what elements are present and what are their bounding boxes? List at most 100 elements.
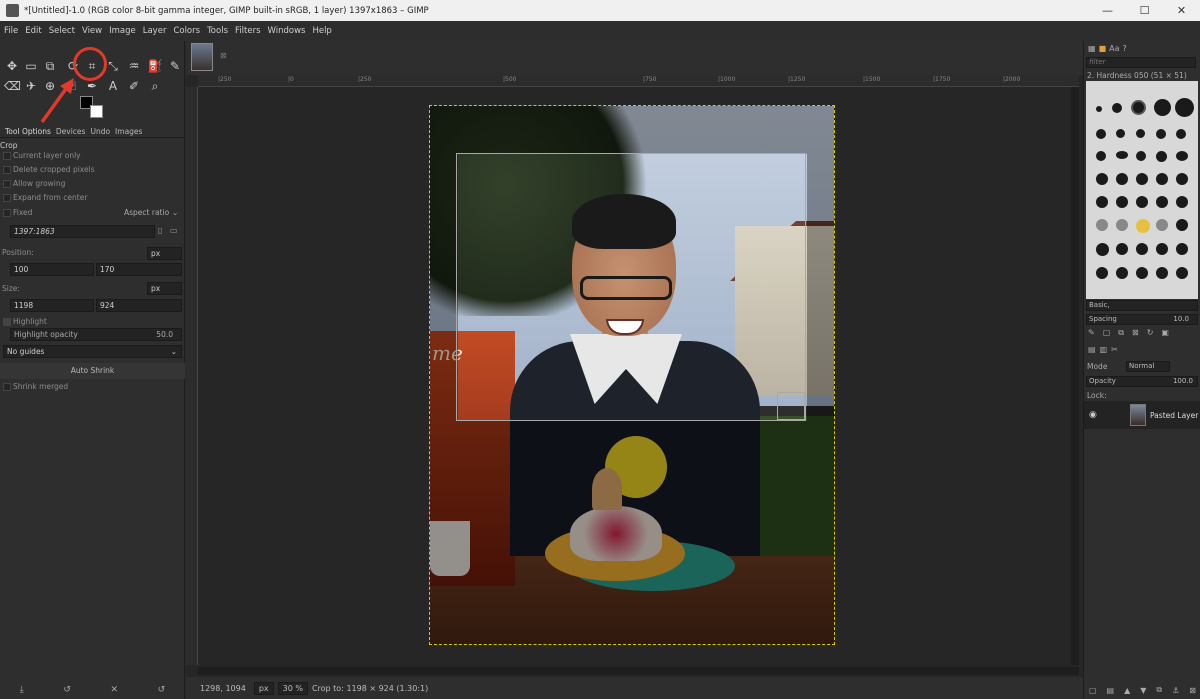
open-as-image-icon[interactable]: ▣ — [1161, 328, 1169, 338]
horizontal-scrollbar[interactable] — [198, 667, 1079, 675]
tab-undo[interactable]: Undo — [90, 127, 110, 136]
menu-layer[interactable]: Layer — [143, 26, 167, 36]
tab-tool-options[interactable]: Tool Options — [5, 127, 51, 136]
size-height-field[interactable]: 924 — [96, 299, 182, 312]
delete-brush-icon[interactable]: ⊠ — [1132, 328, 1139, 338]
align-tool-icon[interactable]: ⧉ — [42, 58, 58, 74]
highlight-opacity-slider[interactable]: Highlight opacity 50.0 — [10, 328, 182, 341]
anchor-layer-icon[interactable]: ⚓ — [1172, 686, 1179, 695]
brush-preset[interactable] — [1156, 129, 1166, 139]
landscape-icon[interactable]: ▭ — [170, 226, 178, 235]
zoom-select[interactable]: 30 % — [277, 681, 308, 695]
brush-preset[interactable] — [1096, 196, 1108, 208]
aspect-ratio-dropdown[interactable]: Aspect ratio — [124, 208, 169, 217]
channels-tab-icon[interactable]: ▥ — [1100, 345, 1108, 354]
brush-preset[interactable] — [1176, 267, 1188, 279]
brush-preset[interactable] — [1156, 243, 1168, 255]
brush-preset[interactable] — [1176, 173, 1188, 185]
layer-opacity-slider[interactable]: Opacity 100.0 — [1086, 376, 1198, 387]
brush-preset[interactable] — [1116, 151, 1128, 159]
new-group-icon[interactable]: ▤ — [1107, 686, 1115, 695]
guides-dropdown[interactable]: No guides ⌄ — [3, 345, 182, 358]
menu-filters[interactable]: Filters — [235, 26, 260, 36]
restore-options-icon[interactable]: ↺ — [63, 685, 71, 695]
duplicate-brush-icon[interactable]: ⧉ — [1118, 328, 1124, 338]
brush-preset-selected[interactable] — [1131, 100, 1146, 115]
fg-bg-color-swatch[interactable] — [80, 96, 106, 120]
zoom-tool-icon[interactable]: ⌕ — [147, 78, 163, 94]
brush-preset[interactable] — [1096, 267, 1108, 279]
menu-edit[interactable]: Edit — [25, 26, 41, 36]
brush-preset[interactable] — [1136, 129, 1145, 138]
brush-preset[interactable] — [1096, 243, 1109, 256]
highlight-checkbox[interactable] — [3, 318, 11, 326]
warp-tool-icon[interactable]: ♒ — [126, 58, 142, 74]
brush-preset[interactable] — [1116, 196, 1128, 208]
brush-preset[interactable] — [1156, 151, 1167, 162]
brush-preset[interactable] — [1116, 173, 1128, 185]
position-x-field[interactable]: 100 — [10, 263, 94, 276]
mode-dropdown[interactable]: Normal — [1126, 361, 1170, 372]
airbrush-tool-icon[interactable]: ✈ — [23, 78, 39, 94]
new-brush-icon[interactable]: ▢ — [1103, 328, 1111, 338]
tab-images[interactable]: Images — [115, 127, 142, 136]
brush-preset[interactable] — [1176, 129, 1186, 139]
save-options-icon[interactable]: ⤓ — [20, 685, 24, 695]
brush-preset[interactable] — [1116, 219, 1128, 231]
brush-preset[interactable] — [1176, 243, 1188, 255]
raise-layer-icon[interactable]: ▲ — [1124, 686, 1130, 695]
edit-brush-icon[interactable]: ✎ — [1088, 328, 1095, 338]
brush-spacing-slider[interactable]: Spacing 10.0 — [1086, 314, 1198, 325]
portrait-icon[interactable]: ▯ — [158, 226, 162, 235]
brush-preset[interactable] — [1096, 173, 1108, 185]
close-button[interactable]: ✕ — [1163, 4, 1200, 17]
minimize-button[interactable]: — — [1089, 4, 1126, 17]
brush-preset[interactable] — [1136, 267, 1148, 279]
tab-devices[interactable]: Devices — [56, 127, 86, 136]
delete-layer-icon[interactable]: ⊠ — [1189, 686, 1196, 695]
brush-preset[interactable] — [1176, 151, 1188, 161]
current-layer-only-checkbox[interactable] — [3, 152, 11, 160]
vertical-scrollbar[interactable] — [1071, 87, 1079, 665]
brush-preset[interactable] — [1096, 106, 1102, 112]
close-tab-icon[interactable]: ⊠ — [220, 51, 227, 60]
layers-tab-icon[interactable]: ▤ — [1088, 345, 1096, 354]
chevron-down-icon[interactable]: ⌄ — [172, 208, 178, 217]
eye-icon[interactable]: ◉ — [1089, 410, 1097, 420]
new-layer-icon[interactable]: ▢ — [1089, 686, 1097, 695]
duplicate-layer-icon[interactable]: ⧉ — [1156, 685, 1162, 695]
brush-preset[interactable] — [1176, 219, 1188, 231]
menu-tools[interactable]: Tools — [207, 26, 228, 36]
brush-preset[interactable] — [1136, 196, 1148, 208]
patterns-tab-icon[interactable]: ■ — [1099, 44, 1107, 53]
brush-preset[interactable] — [1096, 219, 1108, 231]
brush-preset[interactable] — [1156, 173, 1168, 185]
brush-preset[interactable] — [1175, 98, 1194, 117]
brush-preset[interactable] — [1154, 99, 1171, 116]
text-tool-icon[interactable]: A — [105, 78, 121, 94]
delete-options-icon[interactable]: ✕ — [111, 685, 119, 695]
reset-options-icon[interactable]: ↺ — [158, 685, 166, 695]
brush-preset[interactable] — [1156, 219, 1168, 231]
brush-preset[interactable] — [1136, 151, 1146, 161]
auto-shrink-button[interactable]: Auto Shrink — [0, 363, 185, 379]
brush-preset[interactable] — [1096, 151, 1106, 161]
paths-tab-icon[interactable]: ✂ — [1111, 345, 1118, 354]
fixed-checkbox[interactable] — [3, 209, 11, 217]
expand-from-center-checkbox[interactable] — [3, 194, 11, 202]
brush-preset[interactable] — [1096, 129, 1106, 139]
brush-preset[interactable] — [1156, 196, 1168, 208]
brush-preset[interactable] — [1112, 103, 1122, 113]
background-color[interactable] — [90, 105, 103, 118]
menu-view[interactable]: View — [82, 26, 102, 36]
allow-growing-checkbox[interactable] — [3, 180, 11, 188]
lower-layer-icon[interactable]: ▼ — [1140, 686, 1146, 695]
brush-preset[interactable] — [1116, 129, 1125, 138]
menu-colors[interactable]: Colors — [173, 26, 200, 36]
menu-select[interactable]: Select — [49, 26, 75, 36]
size-width-field[interactable]: 1198 — [10, 299, 94, 312]
maximize-button[interactable]: ☐ — [1126, 4, 1163, 17]
help-tab-icon[interactable]: ? — [1123, 44, 1127, 53]
brush-preset[interactable] — [1136, 219, 1150, 233]
size-unit-select[interactable]: px — [147, 282, 182, 295]
